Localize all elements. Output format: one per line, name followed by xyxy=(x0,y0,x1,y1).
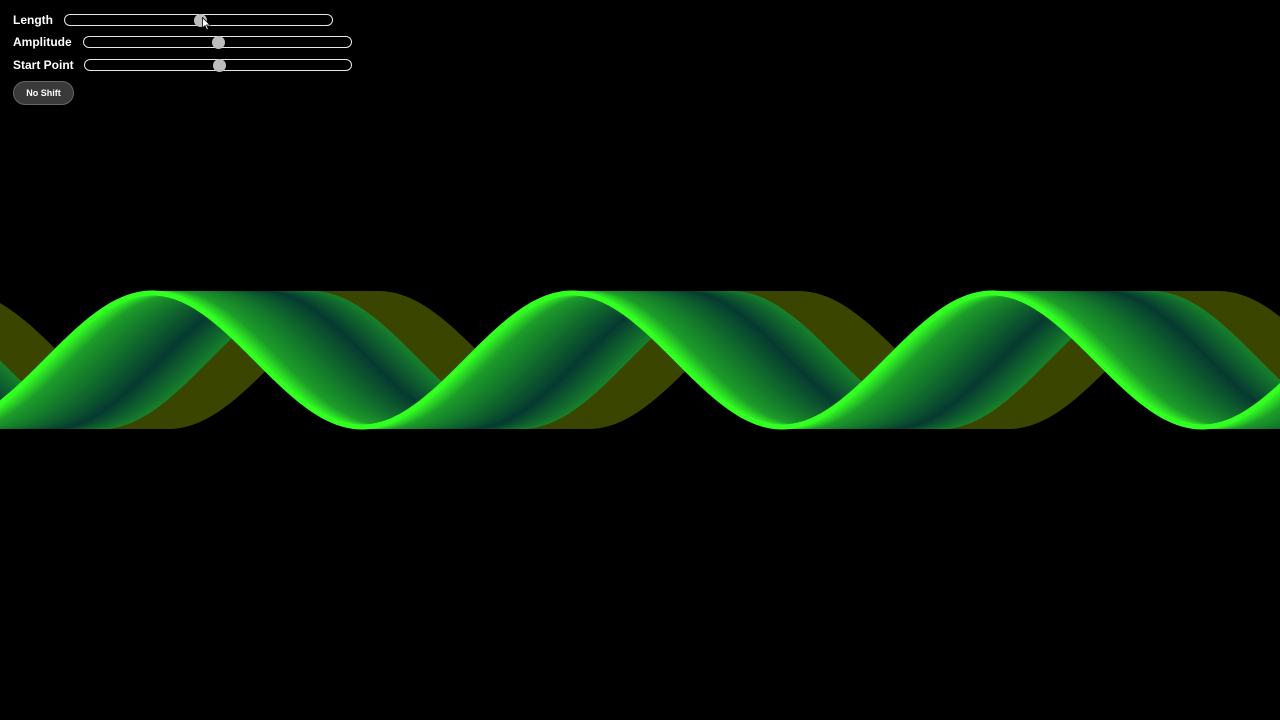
ribbon-wave-graphic xyxy=(0,290,1280,430)
length-slider[interactable] xyxy=(64,13,333,27)
start-point-label: Start Point xyxy=(13,58,74,72)
amplitude-label: Amplitude xyxy=(13,35,72,49)
length-control: Length xyxy=(13,11,53,29)
start-point-control: Start Point xyxy=(13,56,74,74)
no-shift-button[interactable]: No Shift xyxy=(13,81,74,105)
amplitude-slider-thumb[interactable] xyxy=(212,35,225,49)
amplitude-control: Amplitude xyxy=(13,33,72,51)
start-point-slider-thumb[interactable] xyxy=(212,58,226,72)
mouse-pointer-icon xyxy=(202,17,211,31)
start-point-slider[interactable] xyxy=(84,58,352,72)
amplitude-slider[interactable] xyxy=(83,35,352,49)
length-label: Length xyxy=(13,13,53,27)
wave-canvas: Length Amplitude Start Point No Shift xyxy=(0,0,1280,720)
